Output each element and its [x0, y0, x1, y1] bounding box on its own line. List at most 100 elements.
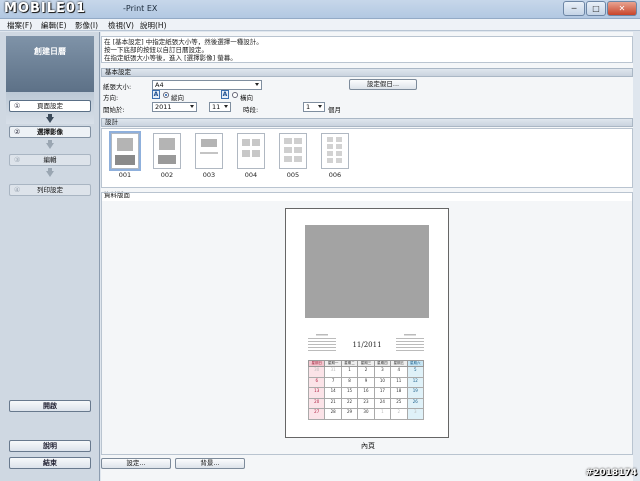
calendar-grid: 星期日 星期一 星期二 星期三 星期四 星期五 星期六 30 31 1 2 3 … [307, 360, 425, 420]
calendar-day: 8 [340, 376, 359, 388]
start-year-select[interactable]: 2011 [152, 102, 197, 112]
settings-button[interactable]: 設定... [101, 458, 171, 469]
period-label: 時段: [243, 106, 259, 114]
watermark: #2018174 [585, 468, 637, 478]
maximize-button[interactable]: □ [586, 1, 606, 16]
page-preview: 11/2011 星期日 星期一 星期二 星期三 星期四 星期五 星期六 30 3… [285, 208, 449, 438]
menu-help[interactable]: 說明(H) [140, 20, 167, 31]
calendar-day: 3 [373, 366, 392, 378]
step-label: 頁面設定 [37, 102, 63, 110]
period-select[interactable]: 1 [303, 102, 325, 112]
calendar-week: 6 7 8 9 10 11 12 [307, 376, 425, 388]
design-caption: 006 [328, 171, 342, 179]
calendar-layout-icon [158, 138, 176, 164]
period-value: 1 [306, 103, 311, 111]
step-label: 選擇影像 [37, 128, 63, 136]
step-page-setup[interactable]: ① 頁面設定 [9, 100, 91, 112]
design-gallery: 001 002 003 004 005 006 [101, 128, 633, 188]
menu-view[interactable]: 檢視(V) [108, 20, 134, 31]
calendar-day: 18 [390, 387, 408, 399]
design-thumb-001[interactable] [109, 131, 141, 171]
calendar-day: 16 [357, 387, 375, 399]
chevron-down-icon [224, 105, 228, 108]
calendar-day: 30 [357, 408, 375, 420]
chevron-down-icon [190, 105, 194, 108]
calendar-day: 24 [373, 397, 392, 409]
basic-settings-heading: 基本設定 [101, 68, 633, 77]
calendar-day: 3 [406, 408, 425, 420]
landscape-radio[interactable] [232, 92, 238, 98]
landscape-label: 橫向 [240, 94, 253, 102]
instruction-line: 按一下底部的按鈕以自訂日曆設定。 [104, 46, 208, 54]
calendar-day: 13 [307, 387, 326, 399]
design-caption: 005 [286, 171, 300, 179]
main-panel: 在 [基本設定] 中指定紙張大小等，然後選擇一種設計。 按一下底部的按鈕以自訂日… [101, 32, 633, 481]
photo-placeholder [305, 225, 429, 318]
month-title: 11/2011 [352, 341, 382, 349]
paper-size-select[interactable]: A4 [152, 80, 262, 90]
help-button[interactable]: 說明 [9, 440, 91, 452]
design-thumb-006[interactable] [321, 133, 349, 169]
calendar-day: 23 [357, 397, 375, 409]
design-thumb-003[interactable] [195, 133, 223, 169]
start-month-value: 11 [212, 103, 221, 111]
window-title: -Print EX [123, 4, 158, 13]
calendar-day: 5 [406, 366, 425, 378]
calendar-layout-icon [284, 138, 302, 162]
step-arrow-down-icon [46, 171, 54, 177]
close-button[interactable]: ✕ [607, 1, 637, 16]
menu-file[interactable]: 檔案(F) [7, 20, 32, 31]
menu-image[interactable]: 影像(I) [75, 20, 98, 31]
calendar-day: 2 [390, 408, 408, 420]
calendar-day: 2 [357, 366, 375, 378]
calendar-day: 26 [406, 397, 425, 409]
paper-size-value: A4 [155, 81, 164, 89]
background-button[interactable]: 背景... [175, 458, 245, 469]
menu-edit[interactable]: 編輯(E) [41, 20, 67, 31]
calendar-layout-icon [200, 139, 218, 154]
calendar-week: 20 21 22 23 24 25 26 [307, 397, 425, 409]
start-month-select[interactable]: 11 [209, 102, 231, 112]
calendar-layout-icon [115, 138, 135, 165]
portrait-radio[interactable] [163, 92, 169, 98]
portrait-label: 縱向 [171, 94, 184, 102]
calendar-day: 30 [307, 366, 326, 378]
calendar-day: 1 [373, 408, 392, 420]
paper-size-label: 紙張大小: [103, 83, 132, 91]
instruction-line: 在 [基本設定] 中指定紙張大小等，然後選擇一種設計。 [104, 38, 263, 46]
design-caption: 003 [202, 171, 216, 179]
page-caption: 內頁 [361, 442, 375, 450]
calendar-day: 10 [373, 376, 392, 388]
calendar-day: 17 [373, 387, 392, 399]
design-thumb-004[interactable] [237, 133, 265, 169]
exit-button[interactable]: 結束 [9, 457, 91, 469]
design-thumb-005[interactable] [279, 133, 307, 169]
start-label: 開始於: [103, 106, 125, 114]
design-caption: 001 [118, 171, 132, 179]
sidebar-header: 創建日曆 [6, 36, 94, 92]
design-caption: 002 [160, 171, 174, 179]
calendar-day: 14 [324, 387, 342, 399]
calendar-layout-icon [327, 137, 342, 163]
design-heading: 設計 [101, 118, 633, 127]
calendar-week: 30 31 1 2 3 4 5 [307, 366, 425, 378]
step-edit: ③ 編輯 [9, 154, 91, 166]
app-logo: MOBILE01 [4, 1, 86, 16]
set-holidays-button[interactable]: 設定假日... [349, 79, 417, 90]
calendar-day: 19 [406, 387, 425, 399]
calendar-day: 25 [390, 397, 408, 409]
step-arrow-down-icon [46, 143, 54, 149]
landscape-page-icon: A [221, 90, 229, 99]
instructions-panel: 在 [基本設定] 中指定紙張大小等，然後選擇一種設計。 按一下底部的按鈕以自訂日… [101, 36, 633, 63]
open-button[interactable]: 開啟 [9, 400, 91, 412]
calendar-layout-icon [242, 139, 260, 157]
calendar-day: 22 [340, 397, 359, 409]
calendar-week: 13 14 15 16 17 18 19 [307, 387, 425, 399]
period-unit: 個月 [328, 106, 341, 114]
chevron-down-icon [318, 105, 322, 108]
step-select-image[interactable]: ② 選擇影像 [9, 126, 91, 138]
sidebar: 創建日曆 ① 頁面設定 ② 選擇影像 ③ 編輯 ④ 列印設定 開啟 說明 結束 [0, 32, 100, 481]
design-thumb-002[interactable] [153, 133, 181, 169]
minimize-button[interactable]: ─ [563, 1, 585, 16]
calendar-day: 27 [307, 408, 326, 420]
